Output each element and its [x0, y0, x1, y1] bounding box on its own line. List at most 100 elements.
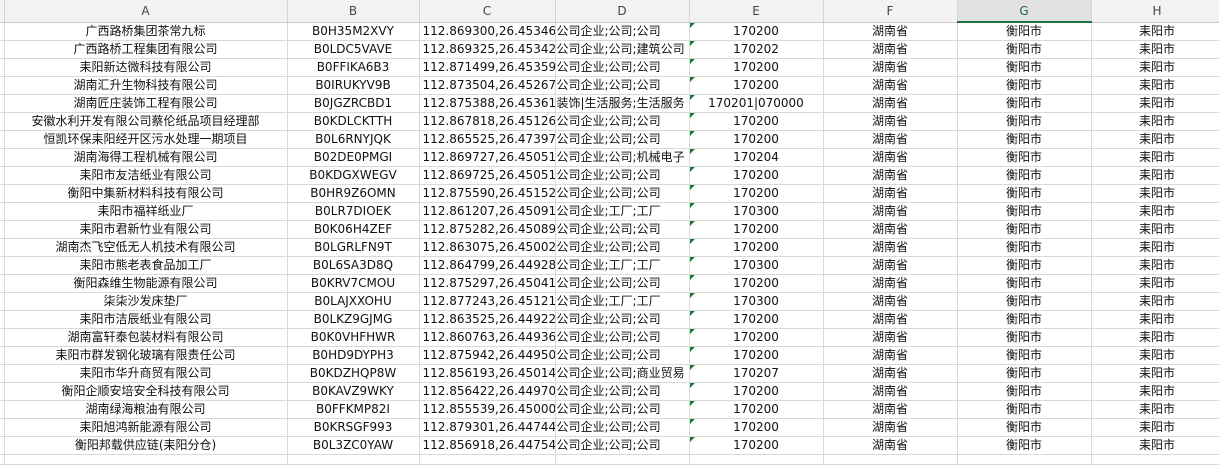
- cell-g[interactable]: 衡阳市: [957, 94, 1092, 113]
- empty-cell[interactable]: [957, 454, 1092, 465]
- cell-d[interactable]: 公司企业;公司;公司: [555, 400, 690, 419]
- cell-c[interactable]: 112.860763,26.449363: [419, 328, 556, 347]
- cell-b[interactable]: B0L6RNYJQK: [287, 130, 420, 149]
- cell-e[interactable]: 170200: [689, 400, 824, 419]
- cell-f[interactable]: 湖南省: [823, 400, 958, 419]
- cell-f[interactable]: 湖南省: [823, 310, 958, 329]
- column-header-d[interactable]: D: [555, 0, 690, 23]
- cell-a[interactable]: 衡阳森维生物能源有限公司: [4, 274, 288, 293]
- cell-h[interactable]: 耒阳市: [1091, 220, 1219, 239]
- cell-d[interactable]: 公司企业;工厂;工厂: [555, 292, 690, 311]
- column-header-b[interactable]: B: [287, 0, 420, 23]
- cell-d[interactable]: 公司企业;公司;公司: [555, 418, 690, 437]
- cell-d[interactable]: 公司企业;公司;公司: [555, 184, 690, 203]
- cell-e[interactable]: 170204: [689, 148, 824, 167]
- empty-cell[interactable]: [555, 454, 690, 465]
- column-header-c[interactable]: C: [419, 0, 556, 23]
- cell-h[interactable]: 耒阳市: [1091, 238, 1219, 257]
- empty-cell[interactable]: [823, 454, 958, 465]
- cell-e[interactable]: 170200: [689, 220, 824, 239]
- cell-g[interactable]: 衡阳市: [957, 346, 1092, 365]
- cell-b[interactable]: B0LR7DIOEK: [287, 202, 420, 221]
- cell-h[interactable]: 耒阳市: [1091, 58, 1219, 77]
- empty-cell[interactable]: [287, 454, 420, 465]
- cell-h[interactable]: 耒阳市: [1091, 130, 1219, 149]
- cell-g[interactable]: 衡阳市: [957, 112, 1092, 131]
- cell-g[interactable]: 衡阳市: [957, 202, 1092, 221]
- cell-c[interactable]: 112.863525,26.449225: [419, 310, 556, 329]
- cell-b[interactable]: B0LAJXXOHU: [287, 292, 420, 311]
- cell-d[interactable]: 装饰|生活服务;生活服务: [555, 94, 690, 113]
- cell-h[interactable]: 耒阳市: [1091, 346, 1219, 365]
- cell-g[interactable]: 衡阳市: [957, 436, 1092, 455]
- cell-b[interactable]: B0LKZ9GJMG: [287, 310, 420, 329]
- empty-cell[interactable]: [419, 454, 556, 465]
- cell-b[interactable]: B0KDGXWEGV: [287, 166, 420, 185]
- cell-f[interactable]: 湖南省: [823, 76, 958, 95]
- column-header-e[interactable]: E: [689, 0, 824, 23]
- cell-e[interactable]: 170200: [689, 112, 824, 131]
- cell-d[interactable]: 公司企业;公司;公司: [555, 274, 690, 293]
- cell-a[interactable]: 湖南汇升生物科技有限公司: [4, 76, 288, 95]
- cell-g[interactable]: 衡阳市: [957, 400, 1092, 419]
- cell-d[interactable]: 公司企业;公司;公司: [555, 436, 690, 455]
- column-header-h[interactable]: H: [1091, 0, 1219, 23]
- cell-b[interactable]: B0H35M2XVY: [287, 22, 420, 41]
- cell-h[interactable]: 耒阳市: [1091, 202, 1219, 221]
- cell-f[interactable]: 湖南省: [823, 328, 958, 347]
- cell-b[interactable]: B0L3ZC0YAW: [287, 436, 420, 455]
- cell-c[interactable]: 112.875282,26.450890: [419, 220, 556, 239]
- cell-c[interactable]: 112.869725,26.450514: [419, 166, 556, 185]
- cell-e[interactable]: 170200: [689, 328, 824, 347]
- cell-g[interactable]: 衡阳市: [957, 382, 1092, 401]
- cell-g[interactable]: 衡阳市: [957, 310, 1092, 329]
- cell-e[interactable]: 170300: [689, 292, 824, 311]
- cell-f[interactable]: 湖南省: [823, 346, 958, 365]
- cell-e[interactable]: 170200: [689, 184, 824, 203]
- cell-a[interactable]: 耒阳市君新竹业有限公司: [4, 220, 288, 239]
- cell-g[interactable]: 衡阳市: [957, 148, 1092, 167]
- cell-h[interactable]: 耒阳市: [1091, 112, 1219, 131]
- cell-c[interactable]: 112.879301,26.447444: [419, 418, 556, 437]
- column-header-f[interactable]: F: [823, 0, 958, 23]
- cell-a[interactable]: 耒阳市洁辰纸业有限公司: [4, 310, 288, 329]
- cell-g[interactable]: 衡阳市: [957, 274, 1092, 293]
- cell-h[interactable]: 耒阳市: [1091, 310, 1219, 329]
- cell-f[interactable]: 湖南省: [823, 148, 958, 167]
- empty-cell[interactable]: [4, 454, 288, 465]
- cell-d[interactable]: 公司企业;公司;建筑公司: [555, 40, 690, 59]
- cell-c[interactable]: 112.865525,26.473975: [419, 130, 556, 149]
- cell-e[interactable]: 170200: [689, 382, 824, 401]
- cell-e[interactable]: 170200: [689, 166, 824, 185]
- cell-g[interactable]: 衡阳市: [957, 58, 1092, 77]
- cell-b[interactable]: B0K06H4ZEF: [287, 220, 420, 239]
- cell-h[interactable]: 耒阳市: [1091, 328, 1219, 347]
- cell-f[interactable]: 湖南省: [823, 130, 958, 149]
- cell-e[interactable]: 170300: [689, 202, 824, 221]
- cell-h[interactable]: 耒阳市: [1091, 166, 1219, 185]
- cell-f[interactable]: 湖南省: [823, 166, 958, 185]
- cell-a[interactable]: 衡阳中集新材料科技有限公司: [4, 184, 288, 203]
- cell-b[interactable]: B0HR9Z6OMN: [287, 184, 420, 203]
- cell-d[interactable]: 公司企业;公司;公司: [555, 112, 690, 131]
- cell-b[interactable]: B0KDZHQP8W: [287, 364, 420, 383]
- cell-d[interactable]: 公司企业;公司;公司: [555, 58, 690, 77]
- cell-f[interactable]: 湖南省: [823, 40, 958, 59]
- cell-g[interactable]: 衡阳市: [957, 40, 1092, 59]
- cell-a[interactable]: 耒阳市友洁纸业有限公司: [4, 166, 288, 185]
- cell-f[interactable]: 湖南省: [823, 256, 958, 275]
- cell-g[interactable]: 衡阳市: [957, 130, 1092, 149]
- cell-h[interactable]: 耒阳市: [1091, 274, 1219, 293]
- cell-a[interactable]: 衡阳邦载供应链(耒阳分仓): [4, 436, 288, 455]
- cell-g[interactable]: 衡阳市: [957, 418, 1092, 437]
- cell-h[interactable]: 耒阳市: [1091, 40, 1219, 59]
- cell-g[interactable]: 衡阳市: [957, 256, 1092, 275]
- cell-b[interactable]: B0IRUKYV9B: [287, 76, 420, 95]
- cell-h[interactable]: 耒阳市: [1091, 436, 1219, 455]
- cell-c[interactable]: 112.871499,26.453594: [419, 58, 556, 77]
- cell-f[interactable]: 湖南省: [823, 58, 958, 77]
- cell-a[interactable]: 广西路桥集团茶常九标: [4, 22, 288, 41]
- cell-a[interactable]: 衡阳企顺安培安全科技有限公司: [4, 382, 288, 401]
- cell-c[interactable]: 112.875590,26.451523: [419, 184, 556, 203]
- cell-c[interactable]: 112.875297,26.450410: [419, 274, 556, 293]
